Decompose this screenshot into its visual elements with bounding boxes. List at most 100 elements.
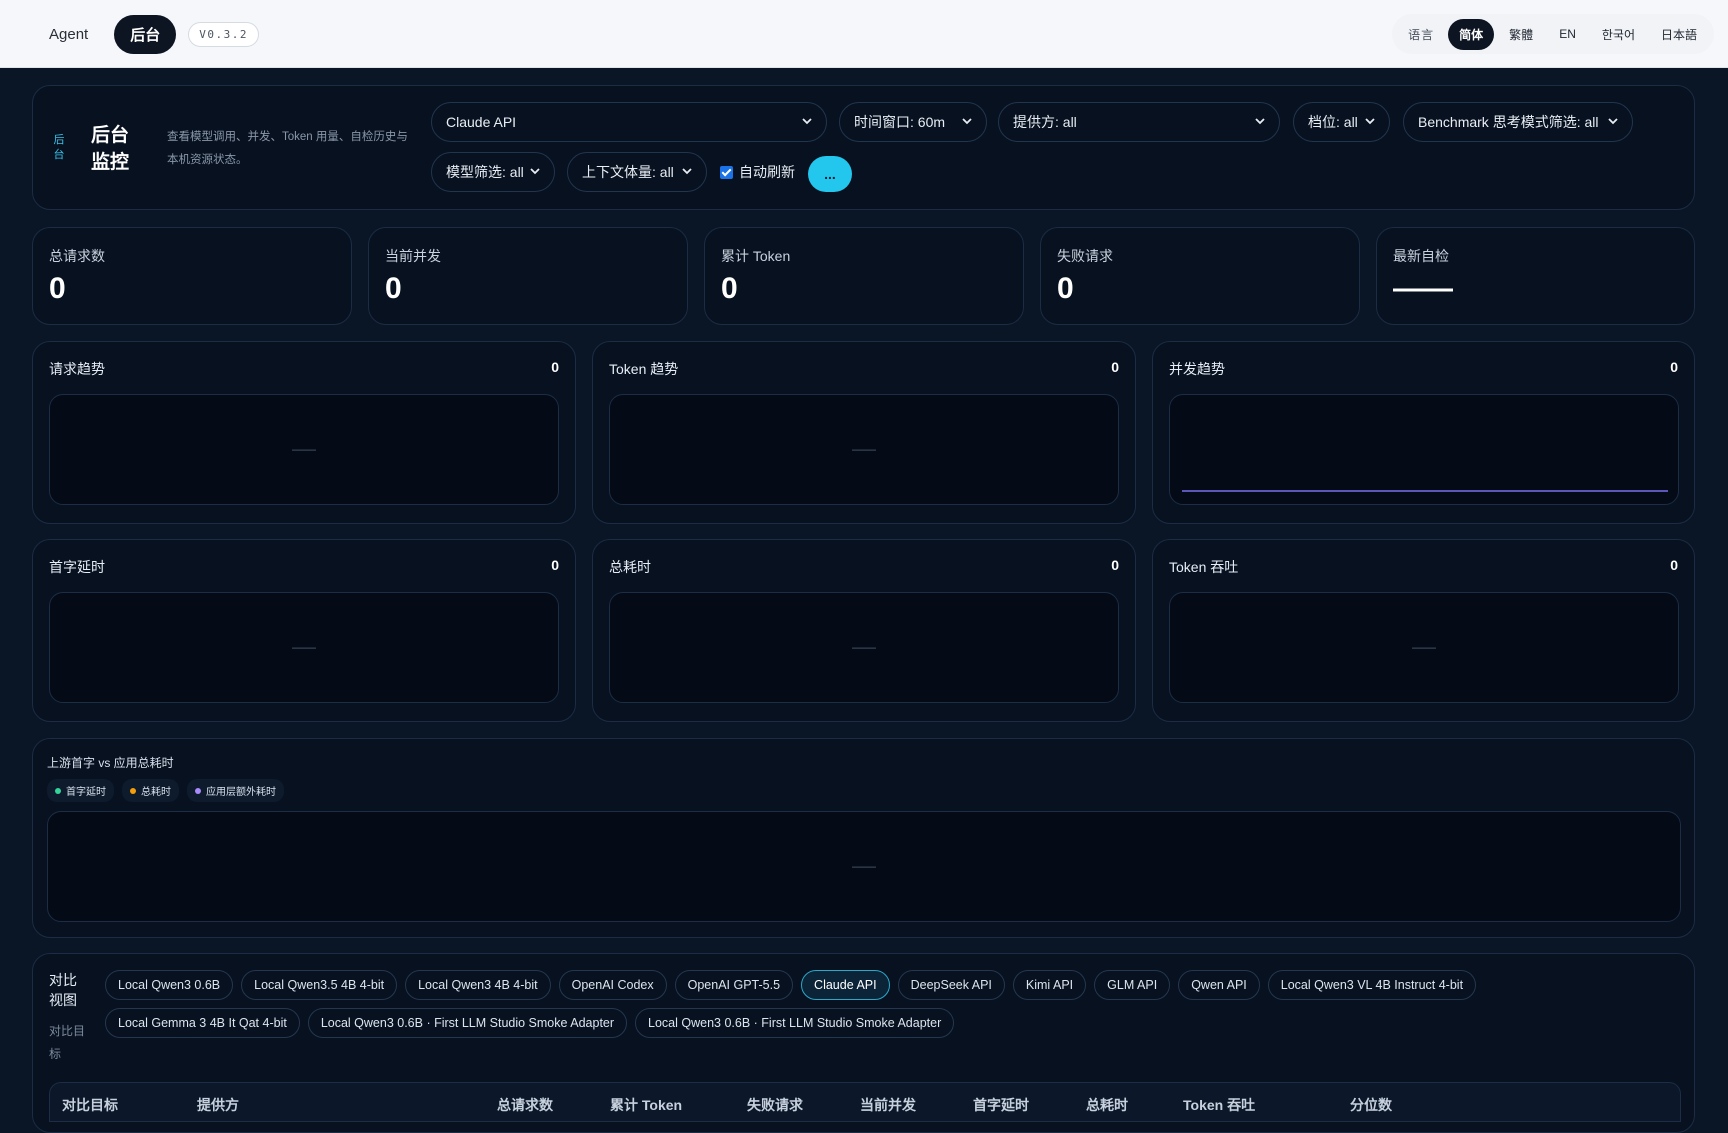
chevron-down-icon	[962, 118, 972, 125]
table-column-header[interactable]: 总请求数	[497, 1095, 553, 1115]
page-description: 查看模型调用、并发、Token 用量、自检历史与本机资源状态。	[167, 131, 408, 166]
legend: 首字延时 总耗时 应用层额外耗时	[47, 779, 284, 802]
compare-target-chip[interactable]: OpenAI GPT-5.5	[674, 970, 794, 1000]
empty-placeholder: ——	[852, 859, 876, 873]
legend-dot	[55, 787, 61, 794]
table-column-header[interactable]: 分位数	[1350, 1095, 1392, 1115]
compare-target-chip[interactable]: OpenAI Codex	[558, 970, 667, 1000]
provider-select[interactable]: 提供方: all	[998, 102, 1280, 142]
chevron-down-icon	[530, 168, 540, 175]
stat-card-current-concurrency: 当前并发 0	[368, 227, 688, 325]
chart-card-request-trend: 请求趋势 0 ——	[32, 341, 576, 524]
stat-value: 0	[1057, 272, 1074, 305]
table-column-header[interactable]: 对比目标	[62, 1095, 118, 1115]
compare-panel: 对比视图 对比目标 Local Qwen3 0.6B Local Qwen3.5 …	[32, 953, 1695, 1133]
lang-zh-hans-button[interactable]: 简体	[1448, 18, 1495, 50]
legend-dot	[195, 787, 201, 794]
tab-agent[interactable]: Agent	[33, 18, 104, 51]
chart-title: 并发趋势	[1169, 361, 1225, 377]
compare-target-chip[interactable]: Qwen API	[1178, 970, 1260, 1000]
chart-area: ——	[609, 592, 1119, 703]
tab-admin[interactable]: 后台	[114, 14, 177, 54]
chevron-down-icon	[682, 168, 692, 175]
table-column-header[interactable]: 提供方	[197, 1095, 239, 1115]
stat-value: 0	[385, 272, 402, 305]
context-size-select[interactable]: 上下文体量: all	[567, 152, 707, 192]
stat-card-total-tokens: 累计 Token 0	[704, 227, 1024, 325]
side-tag: 后台	[53, 134, 65, 161]
chart-title: 请求趋势	[49, 361, 105, 377]
table-column-header[interactable]: 当前并发	[860, 1095, 916, 1115]
compare-target-chip[interactable]: Kimi API	[1012, 970, 1087, 1000]
table-column-header[interactable]: 累计 Token	[610, 1095, 682, 1115]
compare-chip-row: Local Qwen3 0.6B Local Qwen3.5 4B 4-bit Lo…	[105, 970, 1477, 1000]
chart-card-concurrency-trend: 并发趋势 0	[1152, 341, 1695, 524]
chart-area: ——	[49, 592, 559, 703]
auto-refresh-toggle[interactable]: 自动刷新	[720, 152, 795, 192]
context-size-value: 上下文体量: all	[582, 164, 674, 180]
auto-refresh-label: 自动刷新	[739, 164, 795, 180]
stat-value: 0	[49, 272, 66, 305]
table-column-header[interactable]: 首字延时	[973, 1095, 1029, 1115]
chart-area: ——	[1169, 592, 1679, 703]
language-label: 语言	[1408, 27, 1435, 42]
lang-zh-hant-button[interactable]: 繁體	[1498, 19, 1544, 50]
time-window-select[interactable]: 时间窗口: 60m	[839, 102, 987, 142]
model-filter-select[interactable]: 模型筛选: all	[431, 152, 555, 192]
model-select-value: Claude API	[446, 114, 517, 130]
chart-count: 0	[551, 359, 559, 375]
lang-ja-button[interactable]: 日本語	[1650, 19, 1708, 50]
lang-en-button[interactable]: EN	[1548, 20, 1587, 48]
legend-item: 应用层额外耗时	[187, 779, 284, 802]
language-switcher: 语言 简体 繁體 EN 한국어 日本語	[1392, 14, 1714, 54]
legend-item: 总耗时	[122, 779, 179, 802]
compare-target-chip[interactable]: DeepSeek API	[897, 970, 1005, 1000]
empty-placeholder: ——	[852, 640, 876, 654]
model-select[interactable]: Claude API	[431, 102, 827, 142]
table-column-header[interactable]: Token 吞吐	[1183, 1095, 1255, 1115]
compare-target-chip[interactable]: Local Qwen3.5 4B 4-bit	[241, 970, 398, 1000]
chart-area: ——	[47, 811, 1681, 922]
legend-item: 首字延时	[47, 779, 114, 802]
compare-target-chip[interactable]: Local Gemma 3 4B It Qat 4-bit	[105, 1008, 300, 1038]
compare-target-chip[interactable]: Claude API	[801, 970, 890, 1000]
benchmark-mode-select[interactable]: Benchmark 思考模式筛选: all	[1403, 102, 1633, 142]
chart-area	[1169, 394, 1679, 505]
compare-table-header: 对比目标 提供方 总请求数 累计 Token 失败请求 当前并发 首字延时 总耗时 Token …	[49, 1082, 1681, 1122]
mode-switcher: Agent 后台 V0.3.2	[33, 14, 259, 54]
stat-card-total-requests: 总请求数 0	[32, 227, 352, 325]
chart-count: 0	[1670, 557, 1678, 573]
time-window-value: 时间窗口: 60m	[854, 114, 946, 130]
benchmark-mode-value: Benchmark 思考模式筛选: all	[1418, 114, 1599, 130]
compare-target-chip[interactable]: GLM API	[1094, 970, 1171, 1000]
compare-target-chip[interactable]: Local Qwen3 0.6B	[105, 970, 234, 1000]
tier-select[interactable]: 档位: all	[1293, 102, 1390, 142]
auto-refresh-checkbox[interactable]	[720, 165, 733, 179]
legend-label: 首字延时	[66, 787, 106, 798]
tier-value: 档位: all	[1308, 114, 1358, 130]
compare-title: 对比视图	[49, 972, 77, 1008]
concurrency-line-chart	[1182, 490, 1668, 492]
table-column-header[interactable]: 失败请求	[747, 1095, 803, 1115]
chart-count: 0	[1111, 359, 1119, 375]
compare-target-chip[interactable]: Local Qwen3 0.6B · First LLM Studio Smok…	[635, 1008, 955, 1038]
legend-label: 总耗时	[141, 787, 171, 798]
chevron-down-icon	[1608, 118, 1618, 125]
chart-title: Token 吞吐	[1169, 559, 1239, 575]
lang-ko-button[interactable]: 한국어	[1591, 19, 1646, 50]
compare-subtitle: 对比目标	[49, 1024, 86, 1061]
filter-panel: 后台 后台监控 查看模型调用、并发、Token 用量、自检历史与本机资源状态。 …	[32, 85, 1695, 210]
model-filter-value: 模型筛选: all	[446, 164, 524, 180]
page-title: 后台监控	[91, 125, 130, 173]
chart-card-token-throughput: Token 吞吐 0 ——	[1152, 539, 1695, 722]
stat-card-latest-selfcheck: 最新自检 ——	[1376, 227, 1695, 325]
chart-card-total-duration: 总耗时 0 ——	[592, 539, 1136, 722]
chart-title: 首字延时	[49, 559, 105, 575]
compare-target-chip[interactable]: Local Qwen3 0.6B · First LLM Studio Smok…	[307, 1008, 628, 1038]
compare-target-chip[interactable]: Local Qwen3 VL 4B Instruct 4-bit	[1267, 970, 1477, 1000]
stat-card-failed-requests: 失败请求 0	[1040, 227, 1360, 325]
table-column-header[interactable]: 总耗时	[1086, 1095, 1128, 1115]
more-button[interactable]: ...	[808, 156, 852, 192]
stat-value: 0	[721, 272, 738, 305]
compare-target-chip[interactable]: Local Qwen3 4B 4-bit	[405, 970, 551, 1000]
